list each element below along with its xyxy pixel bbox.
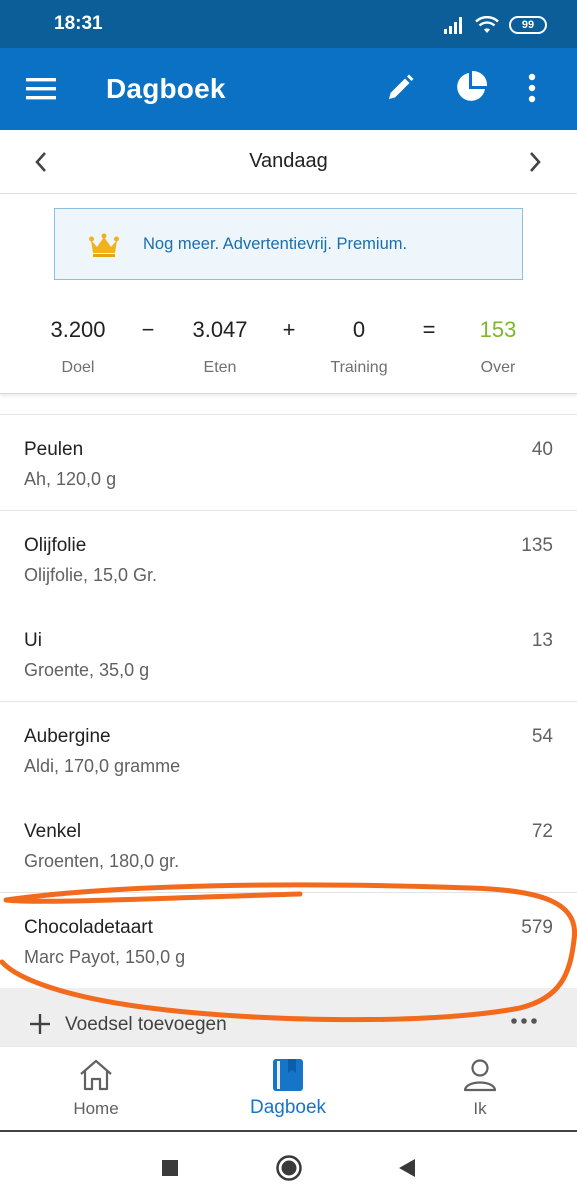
bottom-navigation: Home Dagboek Ik <box>0 1046 577 1130</box>
crown-icon <box>89 233 119 257</box>
nav-me[interactable]: Ik <box>405 1047 555 1131</box>
nav-label: Home <box>73 1099 119 1118</box>
chevron-right-icon[interactable] <box>522 148 548 176</box>
food-item[interactable]: Ui Groente, 35,0 g 13 <box>0 606 577 702</box>
food-description: Groente, 35,0 g <box>24 660 150 680</box>
home-button-icon[interactable] <box>275 1154 303 1182</box>
more-vert-icon[interactable] <box>520 72 544 104</box>
food-value: 3.047 <box>192 317 248 342</box>
app-bar: Dagboek <box>0 48 577 130</box>
exercise-label: Training <box>330 359 388 376</box>
page-title: Dagboek <box>106 73 226 104</box>
remaining-label: Over <box>480 359 516 376</box>
food-name: Peulen <box>24 439 84 460</box>
food-item[interactable]: Venkel Groenten, 180,0 gr. 72 <box>0 797 577 893</box>
signal-icon <box>444 17 462 34</box>
system-navigation-bar <box>0 1130 577 1200</box>
food-name: Aubergine <box>24 726 111 747</box>
food-name: Ui <box>24 630 42 651</box>
nav-label: Dagboek <box>249 1097 327 1118</box>
food-item[interactable]: Aubergine Aldi, 170,0 gramme 54 <box>0 702 577 798</box>
minus-operator: − <box>141 317 155 342</box>
date-label[interactable]: Vandaag <box>0 150 577 173</box>
date-navigator: Vandaag <box>0 130 577 194</box>
person-icon <box>463 1059 497 1092</box>
nav-label: Ik <box>473 1099 487 1118</box>
premium-text: Nog meer. Advertentievrij. Premium. <box>143 235 408 253</box>
food-description: Aldi, 170,0 gramme <box>24 756 181 776</box>
nav-home[interactable]: Home <box>21 1047 171 1131</box>
food-calories: 72 <box>531 821 553 842</box>
food-description: Groenten, 180,0 gr. <box>24 851 180 871</box>
goal-value: 3.200 <box>50 317 106 342</box>
food-calories: 40 <box>531 439 553 460</box>
food-description: Ah, 120,0 g <box>24 469 117 489</box>
battery-level: 99 <box>521 18 535 31</box>
food-item[interactable]: Peulen Ah, 120,0 g 40 <box>0 415 577 511</box>
back-icon[interactable] <box>393 1154 421 1182</box>
edit-icon[interactable] <box>384 72 416 104</box>
add-food-bar: Voedsel toevoegen <box>0 988 577 1046</box>
goal-label: Doel <box>61 359 95 376</box>
plus-icon[interactable] <box>28 1012 52 1036</box>
wifi-icon <box>475 16 499 33</box>
more-horiz-icon[interactable] <box>510 1016 538 1026</box>
home-icon <box>80 1059 112 1091</box>
diary-icon <box>273 1059 303 1091</box>
food-label: Eten <box>203 359 237 376</box>
food-item[interactable]: Chocoladetaart Marc Payot, 150,0 g 579 <box>0 893 577 989</box>
status-bar: 18:31 99 <box>0 0 577 48</box>
add-food-button[interactable]: Voedsel toevoegen <box>65 1014 227 1036</box>
food-description: Olijfolie, 15,0 Gr. <box>24 565 158 585</box>
status-icons: 99 <box>443 14 547 36</box>
food-description: Marc Payot, 150,0 g <box>24 947 186 967</box>
nav-diary[interactable]: Dagboek <box>213 1047 363 1131</box>
food-calories: 13 <box>531 630 553 651</box>
premium-banner[interactable]: Nog meer. Advertentievrij. Premium. <box>54 208 523 280</box>
calorie-summary: 3.200 Doel − 3.047 Eten + 0 Training = 1… <box>0 290 577 394</box>
status-time: 18:31 <box>54 13 103 34</box>
food-calories: 135 <box>521 535 553 556</box>
exercise-value: 0 <box>352 317 366 342</box>
remaining-value: 153 <box>479 317 517 342</box>
pie-chart-icon[interactable] <box>454 70 488 104</box>
food-calories: 54 <box>531 726 553 747</box>
food-name: Venkel <box>24 821 82 842</box>
food-calories: 579 <box>521 917 553 938</box>
food-name: Olijfolie <box>24 535 87 556</box>
recents-icon[interactable] <box>156 1154 184 1182</box>
menu-icon[interactable] <box>24 74 58 104</box>
battery-icon: 99 <box>509 16 547 34</box>
food-item[interactable]: Olijfolie Olijfolie, 15,0 Gr. 135 <box>0 511 577 607</box>
food-name: Chocoladetaart <box>24 917 153 938</box>
